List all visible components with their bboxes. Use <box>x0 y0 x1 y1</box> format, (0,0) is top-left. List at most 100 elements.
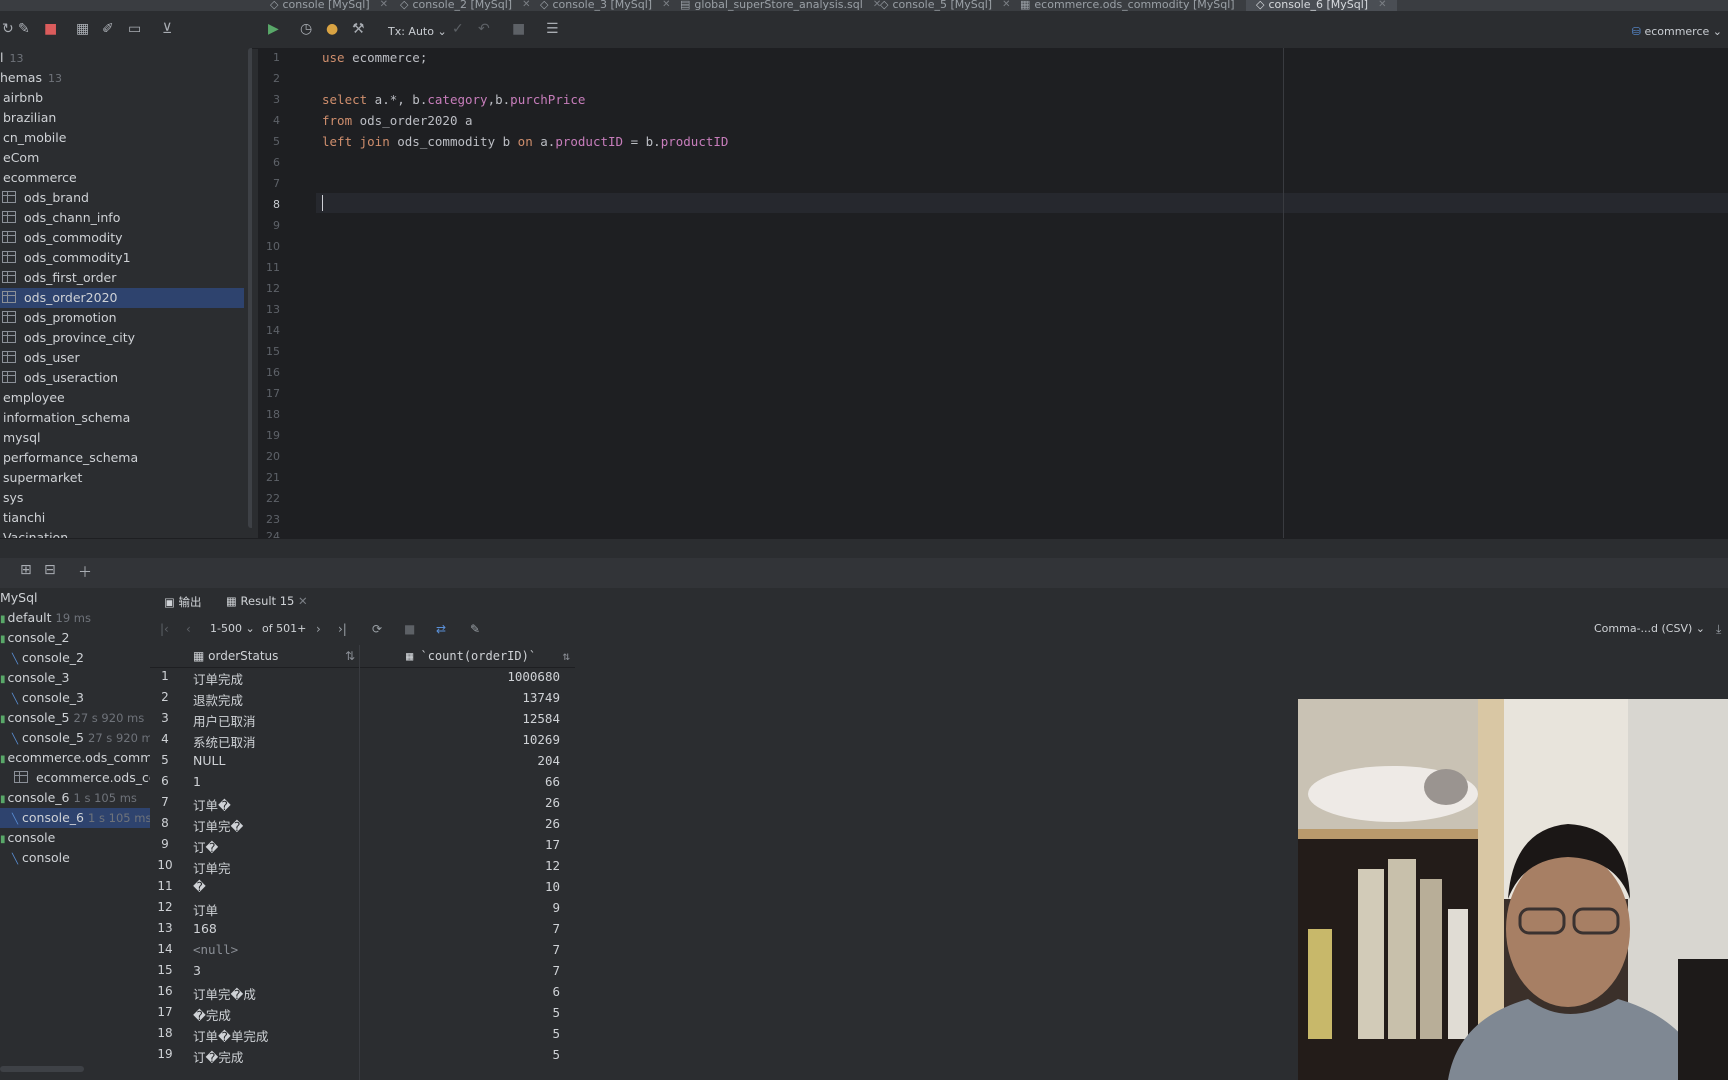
row-number[interactable]: 19 <box>150 1047 180 1061</box>
close-icon[interactable]: ✕ <box>522 0 530 10</box>
tree-table-ods-promotion[interactable]: ods_promotion <box>0 308 244 328</box>
sort-icon[interactable]: ⇅ <box>345 645 355 667</box>
cell-order-status[interactable]: 订�完成 <box>193 1047 343 1066</box>
cell-order-status[interactable]: 退款完成 <box>193 690 343 709</box>
edit-icon[interactable]: ✐ <box>102 21 114 37</box>
cell-count[interactable]: 10 <box>360 879 560 894</box>
tree-table-ods-chann-info[interactable]: ods_chann_info <box>0 208 244 228</box>
cell-order-status[interactable]: 168 <box>193 921 343 936</box>
cell-order-status[interactable]: �完成 <box>193 1005 343 1024</box>
row-number[interactable]: 3 <box>150 711 180 725</box>
service-item[interactable]: ▮ console_5 27 s 920 ms <box>0 708 150 728</box>
cell-count[interactable]: 12584 <box>360 711 560 726</box>
service-item[interactable]: ╲ console <box>0 848 150 868</box>
service-item[interactable]: ▮ console <box>0 828 150 848</box>
sql-editor[interactable]: 1 2 3 4 5 6 7 8 9 10 11 12 13 14 15 16 1… <box>258 48 1728 543</box>
service-item[interactable]: ▮ console_3 <box>0 668 150 688</box>
tree-schemas-folder[interactable]: hemas 13 <box>0 68 244 88</box>
row-number[interactable]: 4 <box>150 732 180 746</box>
column-header-orderstatus[interactable]: ▦ orderStatus ⇅ <box>193 645 363 668</box>
cell-order-status[interactable]: 系统已取消 <box>193 732 343 751</box>
row-number[interactable]: 6 <box>150 774 180 788</box>
cell-order-status[interactable]: 订单完成 <box>193 669 343 688</box>
first-page-icon[interactable]: |‹ <box>160 622 169 636</box>
cell-order-status[interactable]: 用户已取消 <box>193 711 343 730</box>
tab-global-superstore[interactable]: ▤ global_superStore_analysis.sql ✕ <box>680 0 881 11</box>
cell-count[interactable]: 10269 <box>360 732 560 747</box>
row-number[interactable]: 9 <box>150 837 180 851</box>
cell-order-status[interactable]: 订单�单完成 <box>193 1026 343 1045</box>
service-item[interactable]: ▮ecommerce.ods_commodity <box>0 748 150 768</box>
tab-console[interactable]: ◇ console [MySql] ✕ <box>270 0 388 11</box>
sort-icon[interactable]: ⇅ <box>563 645 570 667</box>
cell-count[interactable]: 204 <box>360 753 560 768</box>
tab-ecommerce-ods-commodity[interactable]: ▦ecommerce.ods_commodity [MySql]✕ <box>1020 0 1253 11</box>
cell-count[interactable]: 5 <box>360 1047 560 1062</box>
compare-icon[interactable]: ⇄ <box>436 622 446 636</box>
tab-console-6[interactable]: ◇ console_6 [MySql] ✕ <box>1246 0 1397 11</box>
cancel-icon[interactable]: ■ <box>404 622 415 636</box>
column-header-count[interactable]: ▦ `count(orderID)` ⇅ <box>406 645 574 668</box>
tree-schema-ecom[interactable]: eCom <box>0 148 247 168</box>
row-number[interactable]: 18 <box>150 1026 180 1040</box>
tab-console-2[interactable]: ◇ console_2 [MySql] ✕ <box>400 0 531 11</box>
cell-count[interactable]: 66 <box>360 774 560 789</box>
tree-table-ods-useraction[interactable]: ods_useraction <box>0 368 244 388</box>
cell-count[interactable]: 13749 <box>360 690 560 705</box>
download-icon[interactable]: ⤓ <box>1716 622 1721 637</box>
close-icon[interactable]: ✕ <box>1378 0 1386 10</box>
tree-table-ods-province-city[interactable]: ods_province_city <box>0 328 244 348</box>
expand-all-icon[interactable]: ⊞ <box>20 562 32 578</box>
cell-count[interactable]: 9 <box>360 900 560 915</box>
rollback-icon[interactable]: ↶ <box>478 21 490 37</box>
service-item[interactable]: ╲ console_6 1 s 105 ms <box>0 808 150 828</box>
row-number[interactable]: 8 <box>150 816 180 830</box>
tree-schema-employee[interactable]: employee <box>0 388 247 408</box>
close-icon[interactable]: ✕ <box>298 594 308 608</box>
cell-order-status[interactable]: <null> <box>193 942 343 957</box>
cell-count[interactable]: 17 <box>360 837 560 852</box>
refresh-icon[interactable]: ↻ <box>2 21 14 37</box>
cell-order-status[interactable]: 订单完�成 <box>193 984 343 1003</box>
service-item[interactable]: ▮ console_6 1 s 105 ms <box>0 788 150 808</box>
cell-order-status[interactable]: NULL <box>193 753 343 768</box>
tree-schema-airbnb[interactable]: airbnb <box>0 88 247 108</box>
row-number[interactable]: 10 <box>150 858 180 872</box>
row-number[interactable]: 1 <box>150 669 180 683</box>
tree-table-ods-brand[interactable]: ods_brand <box>0 188 244 208</box>
service-item[interactable]: ╲ console_2 <box>0 648 150 668</box>
tree-schema-supermarket[interactable]: supermarket <box>0 468 247 488</box>
tree-schema-performance-schema[interactable]: performance_schema <box>0 448 247 468</box>
cell-count[interactable]: 26 <box>360 816 560 831</box>
cell-order-status[interactable]: 订单� <box>193 795 343 814</box>
page-range-select[interactable]: 1-500 ⌄ <box>210 622 255 635</box>
history-icon[interactable]: ◷ <box>300 21 312 37</box>
tree-table-ods-user[interactable]: ods_user <box>0 348 244 368</box>
close-icon[interactable]: ✕ <box>1002 0 1010 10</box>
pin-icon[interactable]: ✎ <box>470 622 480 636</box>
cell-count[interactable]: 7 <box>360 921 560 936</box>
services-scrollbar[interactable] <box>0 1066 84 1072</box>
cell-count[interactable]: 1000680 <box>360 669 560 684</box>
cell-order-status[interactable]: 1 <box>193 774 343 789</box>
run-icon[interactable]: ▶ <box>268 21 279 37</box>
profile-icon[interactable]: ● <box>326 21 338 37</box>
cell-count[interactable]: 5 <box>360 1005 560 1020</box>
cell-count[interactable]: 7 <box>360 942 560 957</box>
tree-table-ods-commodity1[interactable]: ods_commodity1 <box>0 248 244 268</box>
row-number[interactable]: 2 <box>150 690 180 704</box>
cell-order-status[interactable]: 3 <box>193 963 343 978</box>
tree-schema-tianchi[interactable]: tianchi <box>0 508 247 528</box>
last-page-icon[interactable]: ›| <box>338 622 347 636</box>
close-icon[interactable]: ✕ <box>380 0 388 10</box>
edit-data-source-icon[interactable]: ✎ <box>18 21 30 37</box>
row-number[interactable]: 17 <box>150 1005 180 1019</box>
service-item[interactable]: ▮ default 19 ms <box>0 608 150 628</box>
commit-icon[interactable]: ✓ <box>452 21 464 37</box>
cell-order-status[interactable]: 订� <box>193 837 343 856</box>
next-page-icon[interactable]: › <box>316 622 321 636</box>
row-number[interactable]: 7 <box>150 795 180 809</box>
tree-table-ods-order2020[interactable]: ods_order2020 <box>0 288 244 308</box>
cell-count[interactable]: 5 <box>360 1026 560 1041</box>
row-number[interactable]: 16 <box>150 984 180 998</box>
